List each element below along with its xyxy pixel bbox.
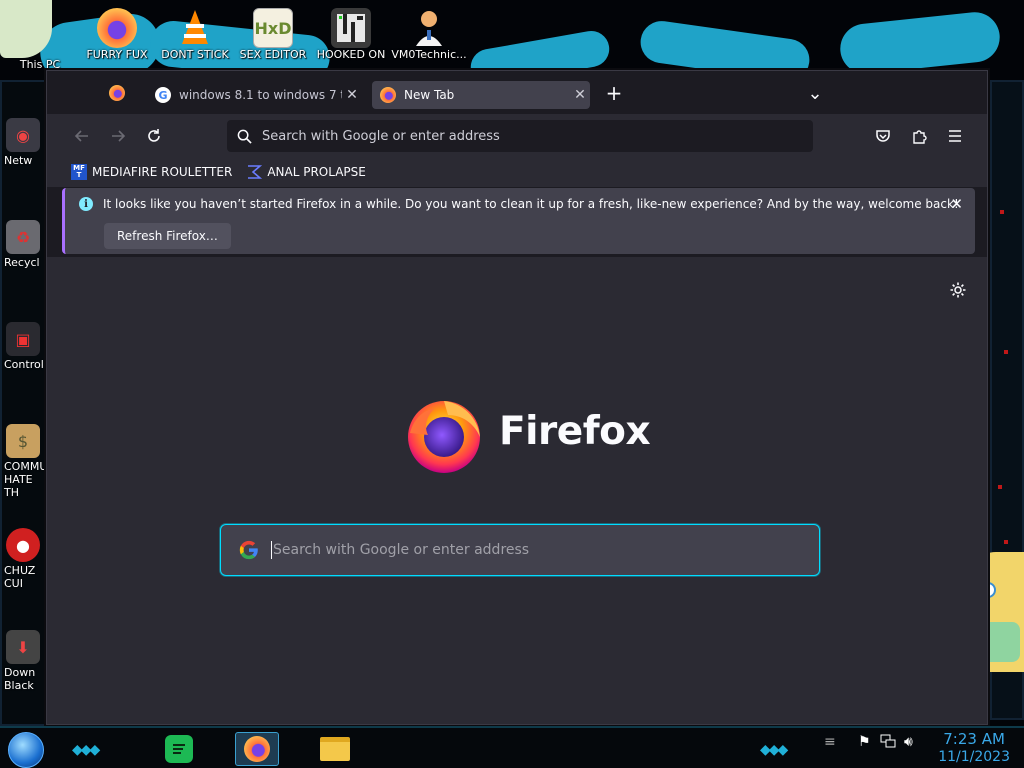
bookmarks-toolbar: MF T MEDIAFIRE ROULETTER ANAL PROLAPSE [47,157,987,187]
tab-close-icon[interactable]: ✕ [342,87,362,103]
desktop-icon-label: Control [4,358,44,371]
taskbar-clock[interactable]: 7:23 AM 11/1/2023 [938,730,1010,766]
navigation-toolbar: Search with Google or enter address [47,115,987,157]
bookmark-anal-prolapse[interactable]: ANAL PROLAPSE [242,161,370,183]
reload-icon[interactable] [140,122,168,150]
sigma-icon [246,164,263,180]
red-character-icon: ● [6,528,40,562]
search-icon [237,129,252,144]
clock-time: 7:23 AM [943,730,1005,748]
hex-editor-icon: HxD [253,8,293,48]
desktop-icon-commu[interactable]: $ COMMU HATE TH [0,424,48,499]
tab-close-icon[interactable]: ✕ [570,87,590,103]
desktop-icon-label: DONT STICK [161,48,229,61]
volume-icon[interactable]: 🔊︎ [904,734,913,750]
text-caret [271,541,272,559]
desktop-icon-label: Down Black [4,666,36,692]
spotify-icon [165,735,193,763]
mediafire-icon: MF T [71,164,87,180]
desktop-icon-chuz[interactable]: ● CHUZ CUI [0,528,48,590]
tab-list-chevron-down-icon[interactable]: ⌄ [803,81,827,105]
show-hidden-icons[interactable]: ≡ [824,734,836,750]
tab-title: windows 8.1 to windows 7 tran [179,88,342,102]
refresh-firefox-notification: i It looks like you haven’t started Fire… [62,188,975,254]
wallpaper-dot [998,485,1002,489]
desktop-icon-sex-editor[interactable]: HxD SEX EDITOR [234,8,312,61]
tab-google-search[interactable]: G windows 8.1 to windows 7 tran ✕ [147,81,362,109]
desktop-icon-hooked-on[interactable]: HOOKED ON [312,8,390,61]
gear-icon[interactable] [949,281,967,304]
desktop-icon-recycle-bin[interactable]: ♻ Recycl [0,220,48,269]
tab-new-tab[interactable]: New Tab ✕ [372,81,590,109]
file-explorer-icon [320,737,350,761]
address-bar[interactable]: Search with Google or enter address [227,120,813,152]
desktop-icon-label: HOOKED ON [316,48,386,61]
network-icon: ◉ [6,118,40,152]
desktop-icon-label: Recycl [4,256,40,269]
download-icon: ⬇ [6,630,40,664]
desktop-icon-label: CHUZ CUI [4,564,36,590]
back-arrow-icon[interactable] [68,122,96,150]
desktop-icon-download[interactable]: ⬇ Down Black [0,630,48,692]
wallpaper-stroke [837,9,1003,77]
google-icon: G [155,87,171,103]
firefox-view-icon[interactable] [109,85,125,101]
control-panel-icon: ▣ [6,322,40,356]
money-bag-icon: $ [6,424,40,458]
wallpaper-dot [1004,540,1008,544]
desktop-icon-control-panel[interactable]: ▣ Control [0,322,48,371]
new-tab-button[interactable]: + [602,81,626,105]
new-tab-page: Firefox Search with Google or enter addr… [47,257,987,724]
recycle-bin-icon: ♻ [6,220,40,254]
bookmark-label: ANAL PROLAPSE [267,165,366,179]
info-icon: i [79,197,93,211]
forward-arrow-icon[interactable] [104,122,132,150]
firefox-icon [380,87,396,103]
taskbar-spotify-button[interactable] [157,732,201,766]
desktop-icon-label: VM0Technic... [391,48,467,61]
taskbar-firefox-button[interactable] [235,732,279,766]
bookmark-label: MEDIAFIRE ROULETTER [92,165,233,179]
wallpaper-dot [1000,210,1004,214]
notification-close-icon[interactable]: ✕ [950,195,963,213]
bookmark-mediafire-rouletter[interactable]: MF T MEDIAFIRE ROULETTER [67,161,236,183]
desktop-icon-label: SEX EDITOR [239,48,307,61]
newtab-search-placeholder: Search with Google or enter address [273,542,530,558]
pocket-icon[interactable] [869,122,897,150]
desktop-icon-vm0technic[interactable]: VM0Technic... [390,8,468,61]
taskbar: ◆◆◆ ◆◆◆ ≡ ⚑ 🔊︎ 7:23 AM 11/1/2023 [0,726,1024,768]
maze-icon [331,8,371,48]
start-orb-button[interactable] [8,732,44,768]
hamburger-menu-icon[interactable] [941,122,969,150]
desktop-icon-dont-stick[interactable]: DONT STICK [156,8,234,61]
refresh-firefox-button[interactable]: Refresh Firefox… [104,223,231,249]
network-tray-icon[interactable] [880,734,896,752]
notification-message: It looks like you haven’t started Firefo… [103,197,959,211]
clock-date: 11/1/2023 [938,749,1010,765]
tab-strip: G windows 8.1 to windows 7 tran ✕ New Ta… [47,71,987,115]
google-icon [237,538,261,562]
desktop-icon-label: Netw [4,154,33,167]
firefox-logo-icon [404,393,486,475]
desktop-icon-label: FURRY FUX [86,48,148,61]
address-bar-placeholder: Search with Google or enter address [262,128,500,144]
desktop-icon-label: COMMU HATE TH [4,460,46,499]
vlc-icon [175,8,215,48]
firefox-window: G windows 8.1 to windows 7 tran ✕ New Ta… [46,70,988,725]
firefox-icon [97,8,137,48]
taskbar-decoration: ◆◆◆ [72,742,100,758]
firefox-wordmark: Firefox [499,409,651,454]
doctor-icon [409,8,449,48]
desktop-icon-furry-fux[interactable]: FURRY FUX [78,8,156,61]
newtab-search-input[interactable]: Search with Google or enter address [220,524,820,576]
taskbar-decoration: ◆◆◆ [760,742,788,758]
tab-title: New Tab [404,88,455,102]
action-center-flag-icon[interactable]: ⚑ [858,734,871,750]
extensions-puzzle-icon[interactable] [905,122,933,150]
wallpaper-dot [1004,350,1008,354]
desktop-icon-network[interactable]: ◉ Netw [0,118,48,167]
taskbar-file-explorer-button[interactable] [313,732,357,766]
firefox-icon [244,736,270,762]
